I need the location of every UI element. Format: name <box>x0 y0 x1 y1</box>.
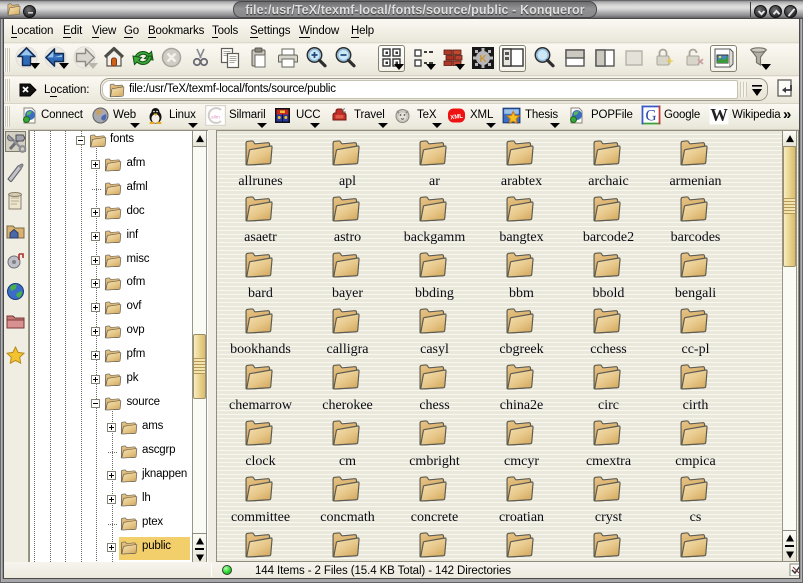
svg-text:W: W <box>710 105 728 125</box>
svg-text:K: K <box>479 54 487 65</box>
svg-text:silm: silm <box>211 115 220 121</box>
svg-text:G: G <box>645 107 656 124</box>
